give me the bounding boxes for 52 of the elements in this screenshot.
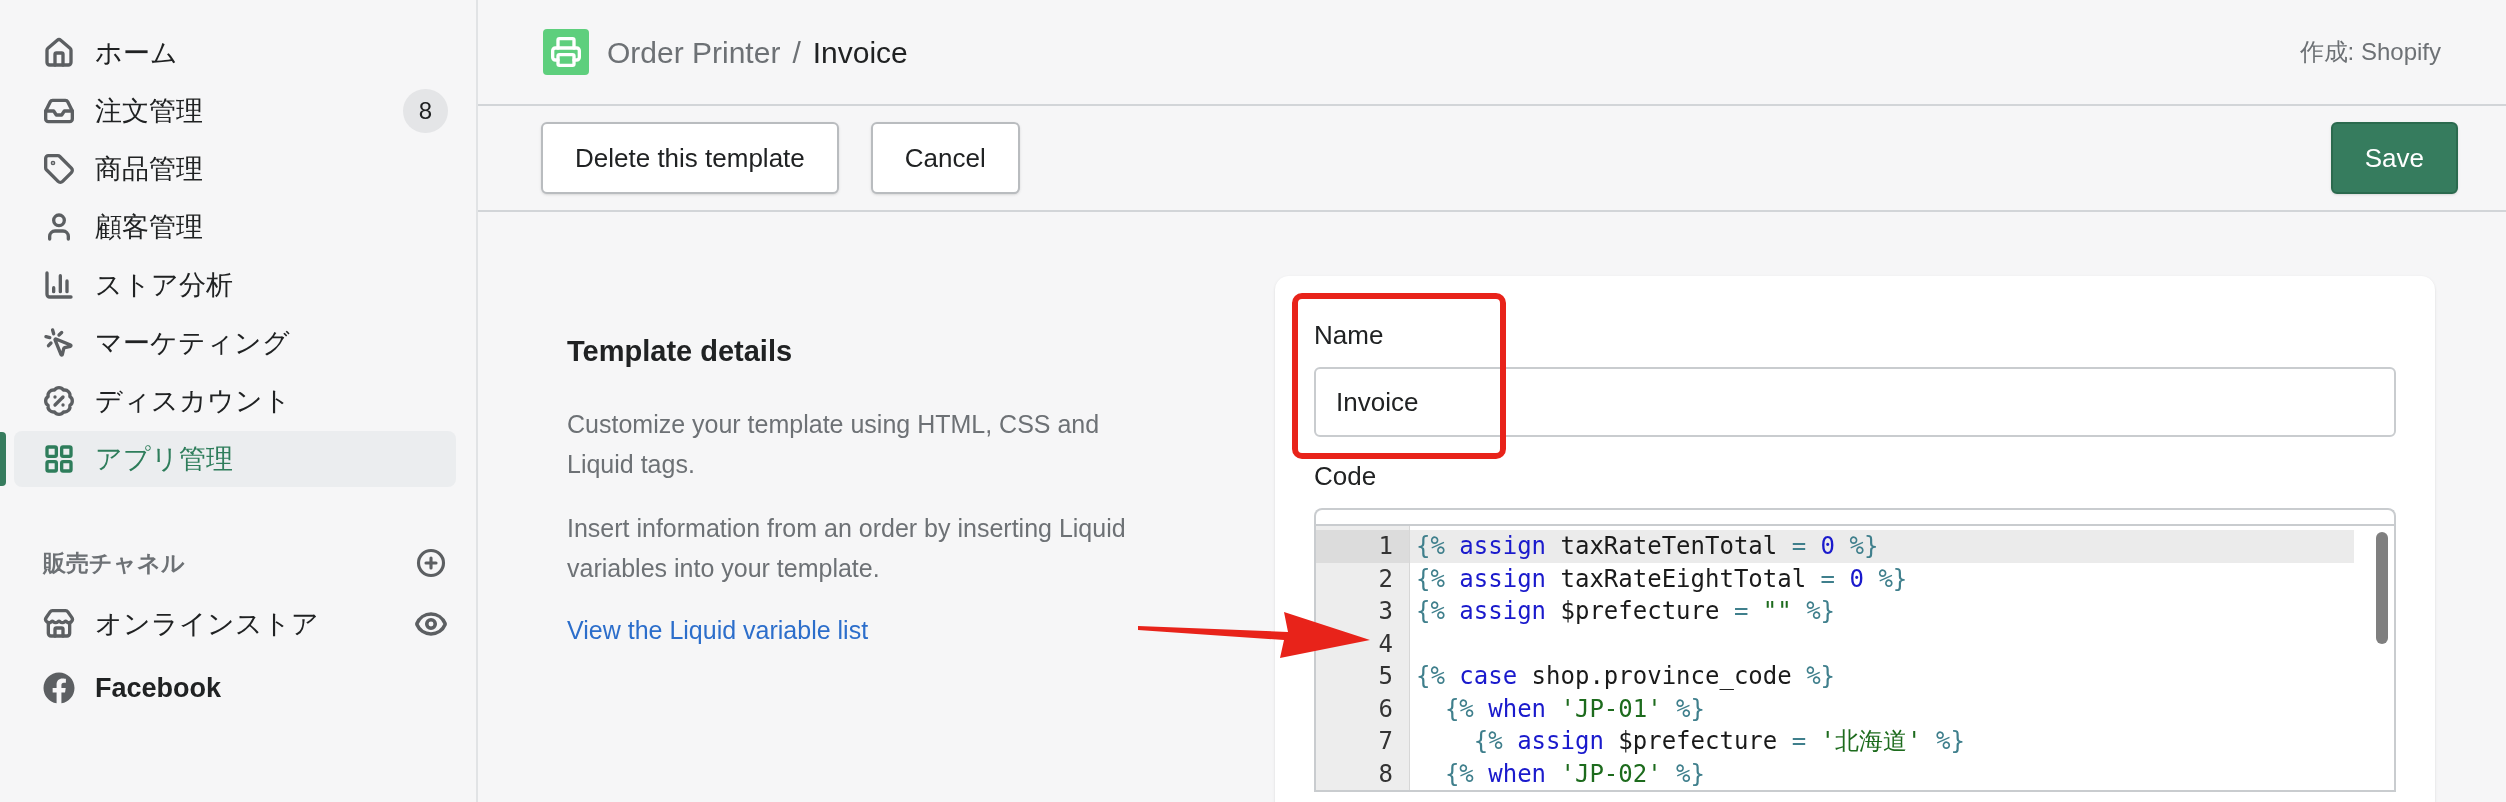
line-number: 5	[1377, 661, 1394, 692]
sidebar-item[interactable]: 顧客管理	[14, 199, 456, 255]
printer-logo	[543, 29, 589, 75]
scrollbar-thumb[interactable]	[2376, 532, 2388, 644]
channel-link[interactable]: オンラインストア	[95, 603, 414, 645]
line-number: 8	[1377, 758, 1394, 790]
toolbar-button[interactable]: Cancel	[870, 122, 1020, 194]
name-label: Name	[1314, 319, 1385, 352]
sidebar-item[interactable]: ホーム	[14, 25, 456, 81]
grid-plus-icon	[43, 443, 75, 475]
line-number: 1	[1316, 530, 1409, 563]
line-number: 6	[1377, 693, 1394, 725]
home-icon	[43, 37, 75, 69]
sidebar-item[interactable]: 注文管理 8	[14, 83, 456, 139]
description-text: Customize your template using HTML, CSS and Liquid tags.	[567, 408, 1101, 480]
line-number: 2	[1377, 563, 1394, 595]
target-pointer-icon	[43, 327, 75, 359]
save-button[interactable]: Save	[2330, 122, 2458, 194]
sidebar-item[interactable]: マーケティング	[14, 315, 456, 371]
bar-chart-icon	[43, 269, 75, 301]
line-number: 4	[1377, 628, 1394, 660]
app-name[interactable]: Order Printer	[607, 29, 781, 75]
store-icon	[43, 608, 75, 640]
sidebar-item[interactable]: ディスカウント	[14, 373, 456, 429]
section-heading: Template details	[567, 334, 794, 369]
section-title: 販売チャネル	[43, 548, 186, 578]
liquid-variables-link[interactable]: View the Liquid variable list	[567, 615, 869, 644]
code-line: {% assign $prefecture = "" %}	[1415, 596, 1837, 627]
tag-icon	[43, 153, 75, 185]
code-line: {% case shop.province_code %}	[1415, 661, 1837, 692]
code-label: Code	[1314, 460, 1378, 493]
facebook-icon	[43, 672, 75, 704]
credit-text: 作成: Shopify	[2299, 37, 2441, 67]
code-line: {% when 'JP-02' %}	[1443, 758, 1706, 790]
description-text: Insert information from an order by inserting Liquid variables into your template.	[567, 512, 1127, 584]
code-line: {% assign taxRateEightTotal = 0 %}	[1415, 563, 1909, 595]
code-line: {% assign $prefecture = '北海道' %}	[1472, 726, 1966, 757]
toolbar-button[interactable]: Delete this template	[541, 122, 839, 194]
sidebar-item[interactable]: アプリ管理	[14, 431, 456, 487]
code-editor[interactable]	[1314, 524, 2396, 792]
line-number: 3	[1377, 596, 1394, 627]
name-input[interactable]: Invoice	[1314, 367, 2396, 437]
breadcrumb-separator: /	[792, 34, 801, 71]
sidebar-item[interactable]: 商品管理	[14, 141, 456, 197]
page-title: Invoice	[812, 34, 908, 71]
sidebar-item[interactable]: ストア分析	[14, 257, 456, 313]
discount-badge-icon	[43, 385, 75, 417]
count-badge: 8	[402, 89, 448, 133]
line-number: 7	[1377, 726, 1394, 757]
channel-link[interactable]: Facebook	[95, 667, 448, 709]
code-line: {% when 'JP-01' %}	[1443, 693, 1706, 725]
add-icon[interactable]	[416, 548, 446, 578]
